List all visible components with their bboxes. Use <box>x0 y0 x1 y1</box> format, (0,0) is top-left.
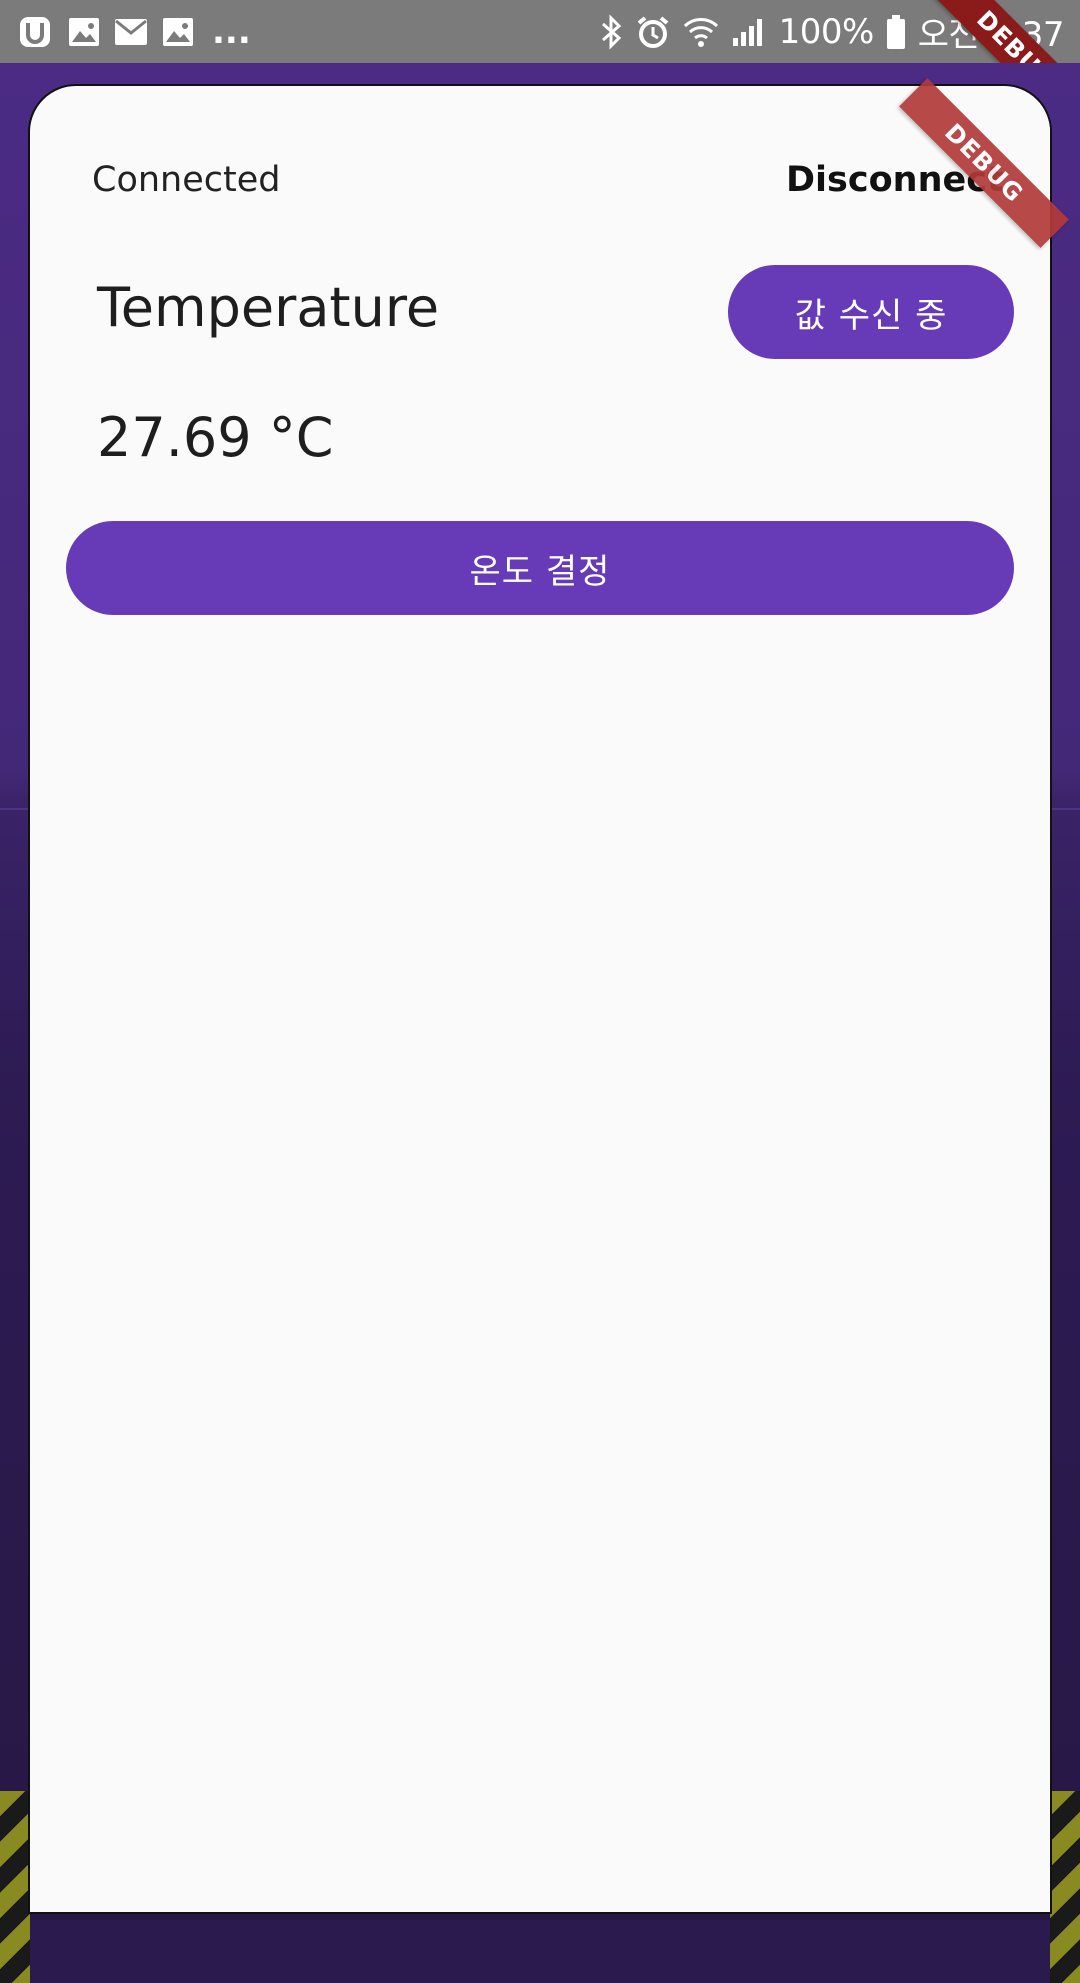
more-notifications: ... <box>212 11 251 52</box>
temperature-title: Temperature <box>97 276 440 339</box>
set-temperature-button[interactable]: 온도 결정 <box>66 521 1014 615</box>
status-bar: ... 100% 오전 DEBUG <box>0 0 1080 142</box>
alarm-icon <box>635 14 671 50</box>
connection-status-label: Connected <box>92 160 281 200</box>
receiving-values-button[interactable]: 값 수신 중 <box>728 265 1014 359</box>
sheet-content <box>44 102 1050 1912</box>
battery-percent: 100% <box>778 11 875 52</box>
wifi-icon <box>683 16 719 48</box>
hazard-stripe-left <box>0 1791 30 1983</box>
bluetooth-icon <box>599 13 623 50</box>
image-icon <box>162 17 194 47</box>
notification-icons: ... <box>16 13 251 51</box>
app-icon <box>16 13 54 51</box>
battery-icon <box>886 14 906 50</box>
temperature-value: 27.69 °C <box>97 406 334 469</box>
signal-icon <box>731 16 767 48</box>
image-icon <box>68 17 100 47</box>
hazard-stripe-right <box>1050 1791 1080 1983</box>
mail-icon <box>114 18 148 46</box>
